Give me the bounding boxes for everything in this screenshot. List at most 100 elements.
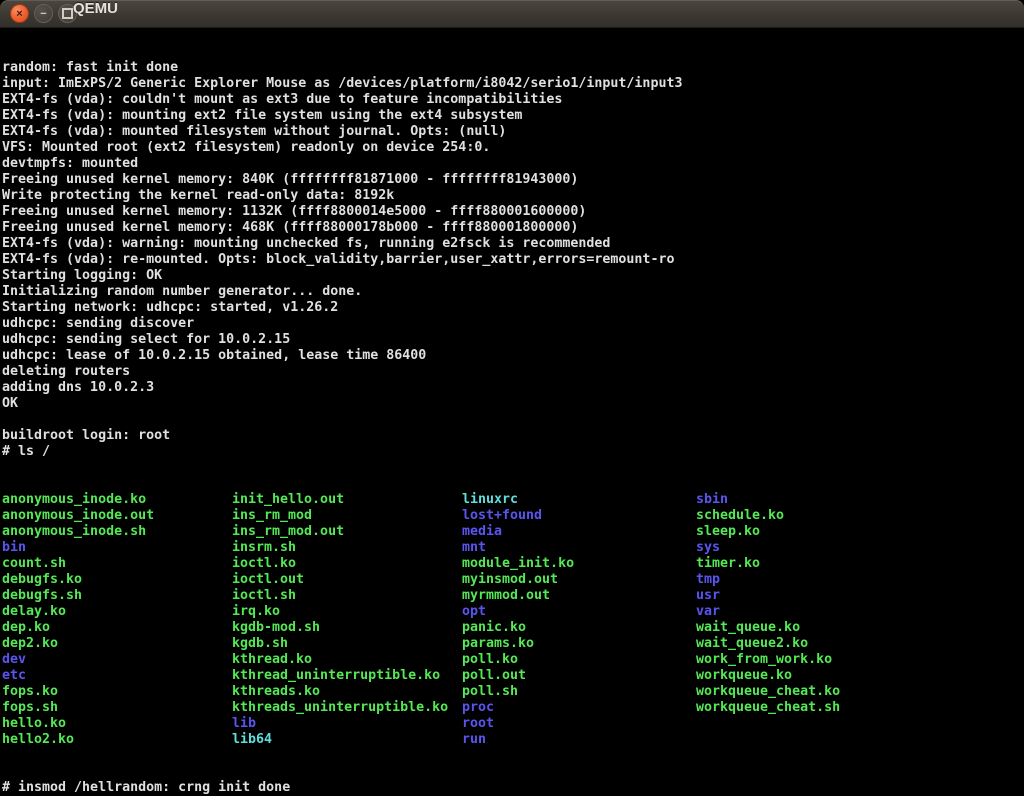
ls-entry: fops.sh [2,700,58,716]
ls-entry: insrm.sh [232,540,296,556]
ls-entry: root [462,716,494,732]
close-icon: × [16,8,22,20]
qemu-window: × − QEMU random: fast init doneinput: Im… [0,0,1024,796]
ls-entry: workqueue.ko [696,668,792,684]
ls-entry: ioctl.ko [232,556,296,572]
ls-entry: wait_queue.ko [696,620,800,636]
window-title: QEMU [73,0,118,28]
ls-entry: etc [2,668,26,684]
console-line: # insmod /hellrandom: crng init done [2,780,1024,796]
ls-row: delay.koirq.kooptvar [2,604,1024,620]
ls-entry: init_hello.out [232,492,344,508]
ls-row: fops.sh kthreads_uninterruptible.ko proc wo… [2,700,1024,716]
ls-entry: schedule.ko [696,508,784,524]
ls-output: anonymous_inode.ko init_hello.out linuxrc s… [2,492,1024,748]
ls-entry: dep2.ko [2,636,58,652]
ls-entry: kthread.ko [232,652,312,668]
console-line: Freeing unused kernel memory: 840K (ffff… [2,172,1024,188]
ls-entry: mnt [462,540,486,556]
console-line: EXT4-fs (vda): couldn't mount as ext3 du… [2,92,1024,108]
console-line: Starting logging: OK [2,268,1024,284]
console-line: Initializing random number generator... … [2,284,1024,300]
console-line: Starting network: udhcpc: started, v1.26… [2,300,1024,316]
ls-entry: debugfs.ko [2,572,82,588]
console-line: EXT4-fs (vda): warning: mounting uncheck… [2,236,1024,252]
ls-entry: sbin [696,492,728,508]
maximize-icon [62,8,73,19]
ls-entry: module_init.ko [462,556,574,572]
ls-entry: count.sh [2,556,66,572]
ls-entry: proc [462,700,494,716]
ls-entry: ins_rm_mod [232,508,312,524]
console-line: OK [2,396,1024,412]
ls-row: debugfs.koioctl.outmyinsmod.outtmp [2,572,1024,588]
ls-entry: anonymous_inode.sh [2,524,146,540]
ls-entry: ioctl.sh [232,588,296,604]
console-line: udhcpc: lease of 10.0.2.15 obtained, lea… [2,348,1024,364]
minimize-button[interactable]: − [34,4,53,23]
ls-entry: kthreads_uninterruptible.ko [232,700,448,716]
ls-row: etckthread_uninterruptible.kopoll.outwor… [2,668,1024,684]
ls-entry: dev [2,652,26,668]
ls-entry: hello2.ko [2,732,74,748]
ls-entry: kthread_uninterruptible.ko [232,668,440,684]
ls-entry: params.ko [462,636,534,652]
ls-entry: run [462,732,486,748]
console-line: devtmpfs: mounted [2,156,1024,172]
console-line [2,412,1024,428]
ls-entry: fops.ko [2,684,58,700]
ls-row: hello.ko lib root [2,716,1024,732]
title-bar[interactable]: × − QEMU [0,0,1024,28]
ls-entry: delay.ko [2,604,66,620]
ls-entry: lib64 [232,732,272,748]
ls-entry: media [462,524,502,540]
ls-row: anonymous_inode.out ins_rm_mod lost+found s… [2,508,1024,524]
console-line: EXT4-fs (vda): re-mounted. Opts: block_v… [2,252,1024,268]
ls-row: anonymous_inode.ko init_hello.out linuxrc s… [2,492,1024,508]
console-line: Freeing unused kernel memory: 1132K (fff… [2,204,1024,220]
ls-entry: tmp [696,572,720,588]
console-line: VFS: Mounted root (ext2 filesystem) read… [2,140,1024,156]
ls-entry: kgdb.sh [232,636,288,652]
console-line: adding dns 10.0.2.3 [2,380,1024,396]
ls-row: hello2.ko lib64 run [2,732,1024,748]
ls-entry: work_from_work.ko [696,652,832,668]
close-button[interactable]: × [10,4,29,23]
console-line: EXT4-fs (vda): mounted filesystem withou… [2,124,1024,140]
console-line: input: ImExPS/2 Generic Explorer Mouse a… [2,76,1024,92]
ls-row: debugfs.shioctl.shmyrmmod.outusr [2,588,1024,604]
console-line: buildroot login: root [2,428,1024,444]
ls-entry: poll.sh [462,684,518,700]
ls-entry: workqueue_cheat.ko [696,684,840,700]
console-line: deleting routers [2,364,1024,380]
console-line: Write protecting the kernel read-only da… [2,188,1024,204]
ls-entry: lost+found [462,508,542,524]
ls-entry: timer.ko [696,556,760,572]
console-line: udhcpc: sending select for 10.0.2.15 [2,332,1024,348]
ls-entry: hello.ko [2,716,66,732]
ls-entry: var [696,604,720,620]
ls-row: dep.kokgdb-mod.shpanic.kowait_queue.ko [2,620,1024,636]
console-line: Freeing unused kernel memory: 468K (ffff… [2,220,1024,236]
ls-entry: ins_rm_mod.out [232,524,344,540]
console-line: # ls / [2,444,1024,460]
ls-entry: lib [232,716,256,732]
ls-entry: anonymous_inode.ko [2,492,146,508]
ls-entry: kgdb-mod.sh [232,620,320,636]
ls-entry: debugfs.sh [2,588,82,604]
ls-row: dev kthread.ko poll.ko work_from_work.ko [2,652,1024,668]
ls-entry: sys [696,540,720,556]
ls-entry: workqueue_cheat.sh [696,700,840,716]
ls-entry: linuxrc [462,492,518,508]
ls-entry: anonymous_inode.out [2,508,154,524]
ls-entry: myrmmod.out [462,588,550,604]
ls-entry: myinsmod.out [462,572,558,588]
console-tail: # insmod /hellrandom: crng init done# in… [2,780,1024,796]
ls-row: fops.kokthreads.kopoll.shworkqueue_cheat… [2,684,1024,700]
ls-entry: panic.ko [462,620,526,636]
ls-entry: poll.ko [462,652,518,668]
ls-entry: opt [462,604,486,620]
ls-row: count.sh ioctl.ko module_init.ko timer.ko [2,556,1024,572]
console-line: udhcpc: sending discover [2,316,1024,332]
terminal-screen[interactable]: random: fast init doneinput: ImExPS/2 Ge… [0,28,1024,796]
